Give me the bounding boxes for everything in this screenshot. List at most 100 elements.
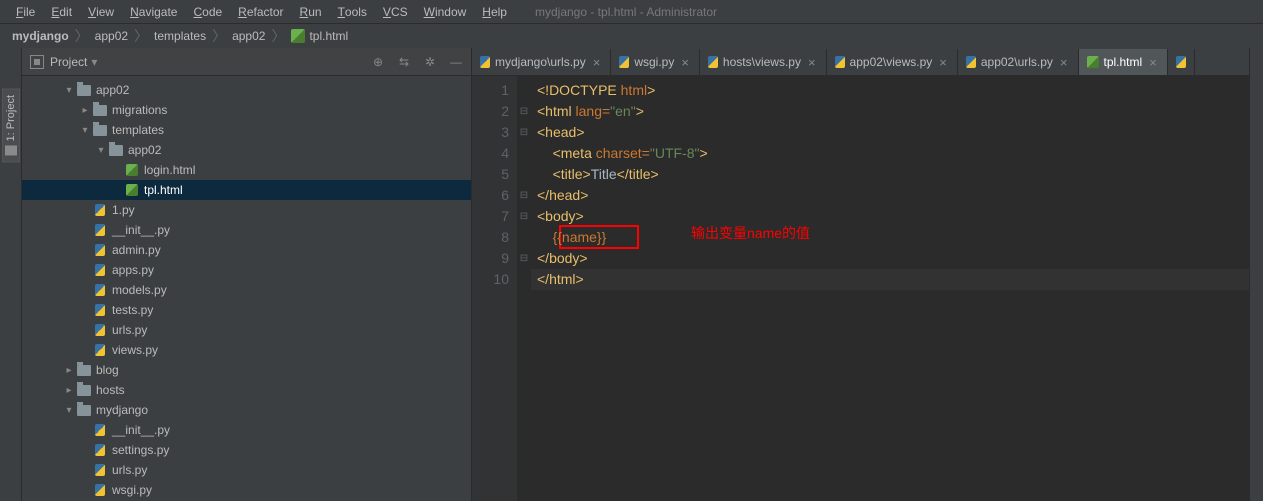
tree-arrow-icon[interactable]: ▾ — [62, 405, 76, 416]
tree-node---init---py[interactable]: __init__.py — [22, 420, 471, 440]
editor-tab[interactable]: tpl.html× — [1079, 49, 1168, 75]
tree-node-apps-py[interactable]: apps.py — [22, 260, 471, 280]
code-line[interactable]: </body> — [537, 248, 1249, 269]
tree-arrow-icon[interactable]: ▾ — [94, 145, 108, 156]
tree-node-wsgi-py[interactable]: wsgi.py — [22, 480, 471, 500]
hide-panel-icon[interactable]: — — [449, 55, 463, 69]
fold-column[interactable]: ⊟⊟⊟⊟⊟ — [517, 76, 531, 501]
current-line-highlight — [531, 269, 1249, 290]
tree-node-views-py[interactable]: views.py — [22, 340, 471, 360]
tree-arrow-icon[interactable]: ▸ — [62, 385, 76, 396]
line-number: 4 — [472, 143, 509, 164]
tree-node-urls-py[interactable]: urls.py — [22, 460, 471, 480]
tree-arrow-icon[interactable]: ▸ — [78, 105, 92, 116]
editor-tab[interactable]: hosts\views.py× — [700, 49, 827, 75]
code-line[interactable]: <title>Title</title> — [537, 164, 1249, 185]
tree-node-login-html[interactable]: login.html — [22, 160, 471, 180]
menu-run[interactable]: Run — [292, 0, 330, 24]
code-area[interactable]: 12345678910 ⊟⊟⊟⊟⊟ <!DOCTYPE html><html l… — [472, 76, 1249, 501]
close-icon[interactable]: × — [1147, 55, 1159, 70]
menu-tools[interactable]: Tools — [330, 0, 375, 24]
tree-label: __init__.py — [112, 223, 170, 237]
line-number: 1 — [472, 80, 509, 101]
tree-node-tpl-html[interactable]: tpl.html — [22, 180, 471, 200]
fold-marker[interactable]: ⊟ — [517, 206, 531, 227]
tree-node-app02[interactable]: ▾app02 — [22, 140, 471, 160]
collapse-all-icon[interactable]: ⇆ — [397, 55, 411, 69]
folder-icon — [108, 145, 124, 156]
editor-tab[interactable]: mydjango\urls.py× — [472, 49, 611, 75]
line-number: 3 — [472, 122, 509, 143]
tree-node-models-py[interactable]: models.py — [22, 280, 471, 300]
code-line[interactable]: </head> — [537, 185, 1249, 206]
menu-help[interactable]: Help — [474, 0, 515, 24]
menu-refactor[interactable]: Refactor — [230, 0, 291, 24]
editor-tab[interactable]: app02\urls.py× — [958, 49, 1079, 75]
breadcrumb-item[interactable]: tpl.html — [287, 29, 352, 43]
menu-vcs[interactable]: VCS — [375, 0, 416, 24]
menu-window[interactable]: Window — [416, 0, 475, 24]
tree-label: mydjango — [96, 403, 148, 417]
tree-node-hosts[interactable]: ▸hosts — [22, 380, 471, 400]
py-icon — [92, 244, 108, 256]
folder-icon — [5, 145, 17, 155]
editor-tab-overflow[interactable] — [1168, 49, 1195, 75]
tree-arrow-icon[interactable]: ▸ — [62, 365, 76, 376]
tree-label: settings.py — [112, 443, 169, 457]
tree-arrow-icon[interactable]: ▾ — [62, 85, 76, 96]
breadcrumb-item[interactable]: mydjango — [8, 29, 73, 43]
close-icon[interactable]: × — [679, 55, 691, 70]
scroll-from-source-icon[interactable]: ⊕ — [371, 55, 385, 69]
tree-label: wsgi.py — [112, 483, 152, 497]
close-icon[interactable]: × — [937, 55, 949, 70]
code-line[interactable]: {{name}} — [537, 227, 1249, 248]
close-icon[interactable]: × — [806, 55, 818, 70]
tab-label: wsgi.py — [634, 55, 674, 69]
tree-node-blog[interactable]: ▸ blog — [22, 360, 471, 380]
code-line[interactable]: <meta charset="UTF-8"> — [537, 143, 1249, 164]
code-line[interactable]: <head> — [537, 122, 1249, 143]
code-line[interactable]: <!DOCTYPE html> — [537, 80, 1249, 101]
menu-view[interactable]: View — [80, 0, 122, 24]
breadcrumb-item[interactable]: app02 — [91, 29, 132, 43]
py-file-icon — [835, 56, 845, 68]
tree-node-urls-py[interactable]: urls.py — [22, 320, 471, 340]
editor-tab[interactable]: app02\views.py× — [827, 49, 958, 75]
fold-marker — [517, 80, 531, 101]
py-icon — [92, 204, 108, 216]
project-view-icon[interactable] — [30, 55, 44, 69]
close-icon[interactable]: × — [591, 55, 603, 70]
tree-node-migrations[interactable]: ▸migrations — [22, 100, 471, 120]
code-line[interactable]: <body> — [537, 206, 1249, 227]
fold-marker[interactable]: ⊟ — [517, 101, 531, 122]
tree-node-templates[interactable]: ▾templates — [22, 120, 471, 140]
folder-icon — [76, 405, 92, 416]
tree-node-1-py[interactable]: 1.py — [22, 200, 471, 220]
project-tree[interactable]: ▾app02▸migrations▾templates▾app02login.h… — [22, 76, 471, 501]
tree-node---init---py[interactable]: __init__.py — [22, 220, 471, 240]
project-dropdown[interactable]: Project — [50, 55, 97, 69]
tree-node-tests-py[interactable]: tests.py — [22, 300, 471, 320]
project-vertical-tab[interactable]: 1: Project — [2, 88, 20, 162]
menu-file[interactable]: File — [8, 0, 43, 24]
code-line[interactable]: <html lang="en"> — [537, 101, 1249, 122]
tree-node-app02[interactable]: ▾app02 — [22, 80, 471, 100]
menu-code[interactable]: Code — [185, 0, 230, 24]
fold-marker[interactable]: ⊟ — [517, 122, 531, 143]
editor-tab[interactable]: wsgi.py × — [611, 49, 700, 75]
tree-node-settings-py[interactable]: settings.py — [22, 440, 471, 460]
menu-edit[interactable]: Edit — [43, 0, 80, 24]
tree-label: blog — [96, 363, 119, 377]
close-icon[interactable]: × — [1058, 55, 1070, 70]
settings-gear-icon[interactable]: ✲ — [423, 55, 437, 69]
fold-marker[interactable]: ⊟ — [517, 185, 531, 206]
menu-navigate[interactable]: Navigate — [122, 0, 185, 24]
fold-marker[interactable]: ⊟ — [517, 248, 531, 269]
breadcrumb-item[interactable]: templates — [150, 29, 210, 43]
breadcrumb-item[interactable]: app02 — [228, 29, 269, 43]
tree-node-mydjango[interactable]: ▾ mydjango — [22, 400, 471, 420]
breadcrumb-separator: 〉 — [73, 26, 91, 46]
tree-node-admin-py[interactable]: admin.py — [22, 240, 471, 260]
code-content[interactable]: <!DOCTYPE html><html lang="en"><head> <m… — [531, 76, 1249, 501]
tree-arrow-icon[interactable]: ▾ — [78, 125, 92, 136]
